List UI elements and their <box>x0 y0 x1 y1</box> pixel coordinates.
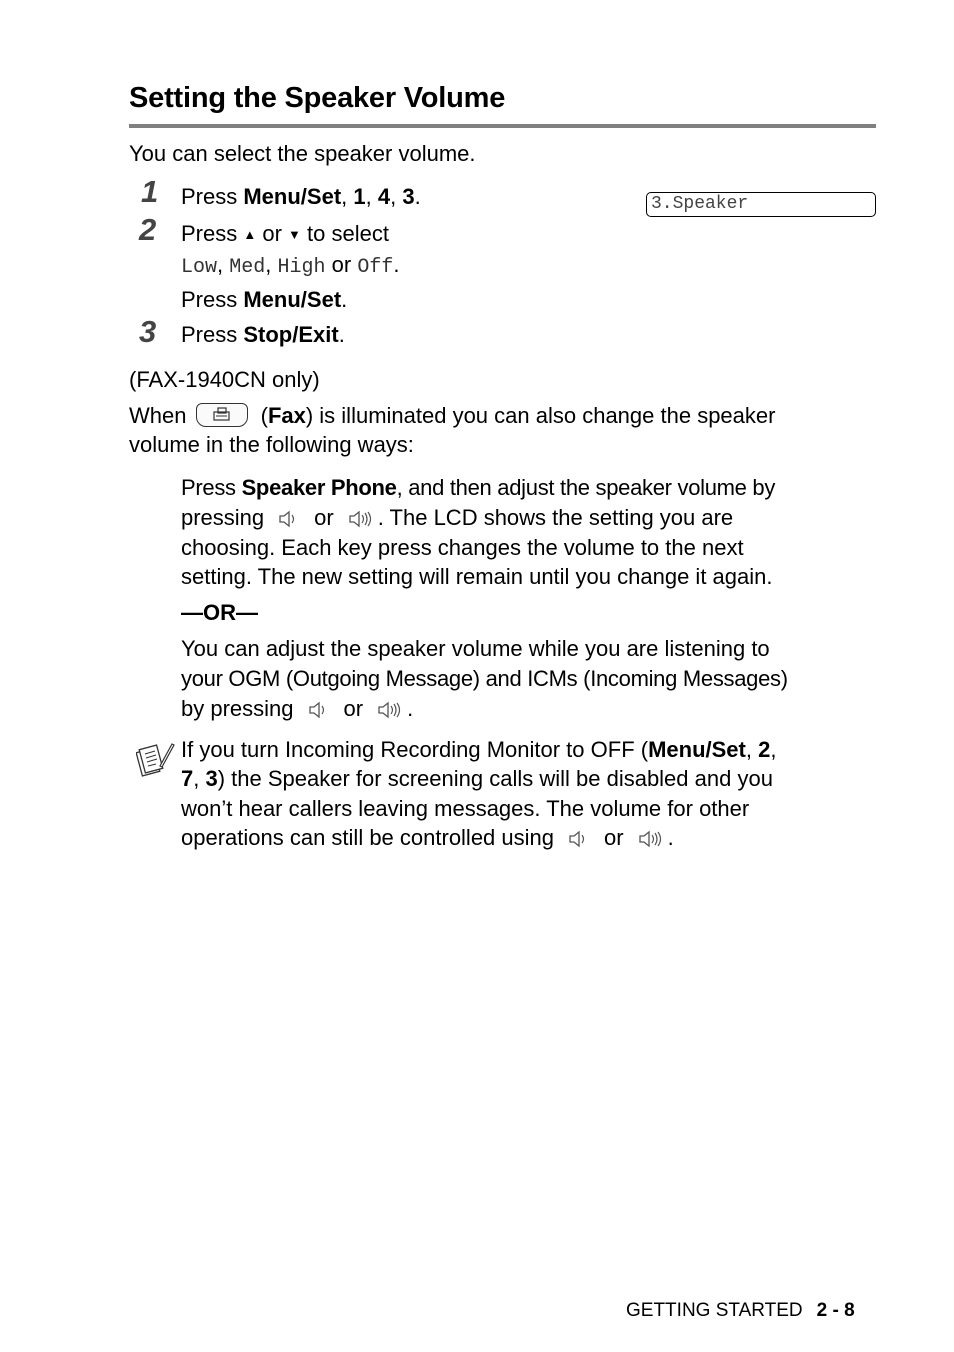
page-number: 2 - 8 <box>816 1300 855 1321</box>
key-speaker-phone: Speaker Phone <box>241 475 397 500</box>
key-4: 4 <box>377 184 391 209</box>
option-high: High <box>277 256 326 279</box>
note-line-1: If you turn Incoming Recording Monitor t… <box>181 737 777 762</box>
footer-section: GETTING STARTED <box>626 1300 803 1321</box>
step-1: Press Menu/Set, 1, 4, 3. <box>181 184 421 209</box>
up-arrow-icon: ▲ <box>243 227 257 242</box>
lcd-display: 3.Speaker <box>646 192 876 217</box>
note-pencil-icon <box>135 740 176 787</box>
option-a-line-1: Press Speaker Phone, and then adjust the… <box>181 475 776 500</box>
key-menu-set: Menu/Set <box>243 184 342 209</box>
option-b-line-2: your OGM (Outgoing Message) and ICMs (In… <box>181 666 788 691</box>
option-low: Low <box>181 256 218 279</box>
model-note: (FAX-1940CN only) <box>129 367 320 392</box>
fax-when-line-2: volume in the following ways: <box>129 432 414 457</box>
step-number-2: 2 <box>139 212 157 247</box>
volume-up-icon <box>638 826 664 856</box>
option-off: Off <box>357 256 394 279</box>
step-number-3: 3 <box>139 314 157 349</box>
volume-down-icon <box>568 826 590 856</box>
fax-when-line: When (Fax) is illuminated you can also c… <box>129 403 776 428</box>
option-a-line-4: setting. The new setting will remain unt… <box>181 564 773 589</box>
key-3: 3 <box>402 184 415 209</box>
volume-down-icon <box>278 506 300 536</box>
volume-up-icon <box>348 506 374 536</box>
note-line-4: operations can still be controlled using… <box>181 823 674 856</box>
key-stop-exit: Stop/Exit <box>243 322 339 347</box>
volume-up-icon <box>377 697 403 727</box>
page-footer: GETTING STARTED 2 - 8 <box>626 1300 855 1322</box>
option-b-line-1: You can adjust the speaker volume while … <box>181 636 770 661</box>
step-2: Press ▲ or ▼ to select <box>181 221 389 246</box>
note-line-3: won’t hear callers leaving messages. The… <box>181 796 750 821</box>
down-arrow-icon: ▼ <box>288 227 301 242</box>
key-menu-set: Menu/Set <box>243 287 342 312</box>
step-2-confirm: Press Menu/Set. <box>181 287 348 312</box>
fax-button-icon <box>196 403 249 427</box>
key-1: 1 <box>353 184 366 209</box>
step-number-1: 1 <box>141 174 159 209</box>
note-line-2: 7, 3) the Speaker for screening calls wi… <box>181 766 773 791</box>
title-rule <box>129 124 876 128</box>
step-3: Press Stop/Exit. <box>181 322 345 347</box>
step-2-options: Low, Med, High or Off. <box>181 252 400 279</box>
volume-down-icon <box>308 697 330 727</box>
option-b-line-3: by pressing or. <box>181 694 413 727</box>
or-separator: —OR— <box>181 600 258 625</box>
page-title: Setting the Speaker Volume <box>129 82 506 114</box>
option-a-line-2: pressing or. The LCD shows the setting yo… <box>181 503 733 536</box>
intro-text: You can select the speaker volume. <box>129 141 476 166</box>
option-a-line-3: choosing. Each key press changes the vol… <box>181 535 744 560</box>
option-med: Med <box>229 256 266 279</box>
